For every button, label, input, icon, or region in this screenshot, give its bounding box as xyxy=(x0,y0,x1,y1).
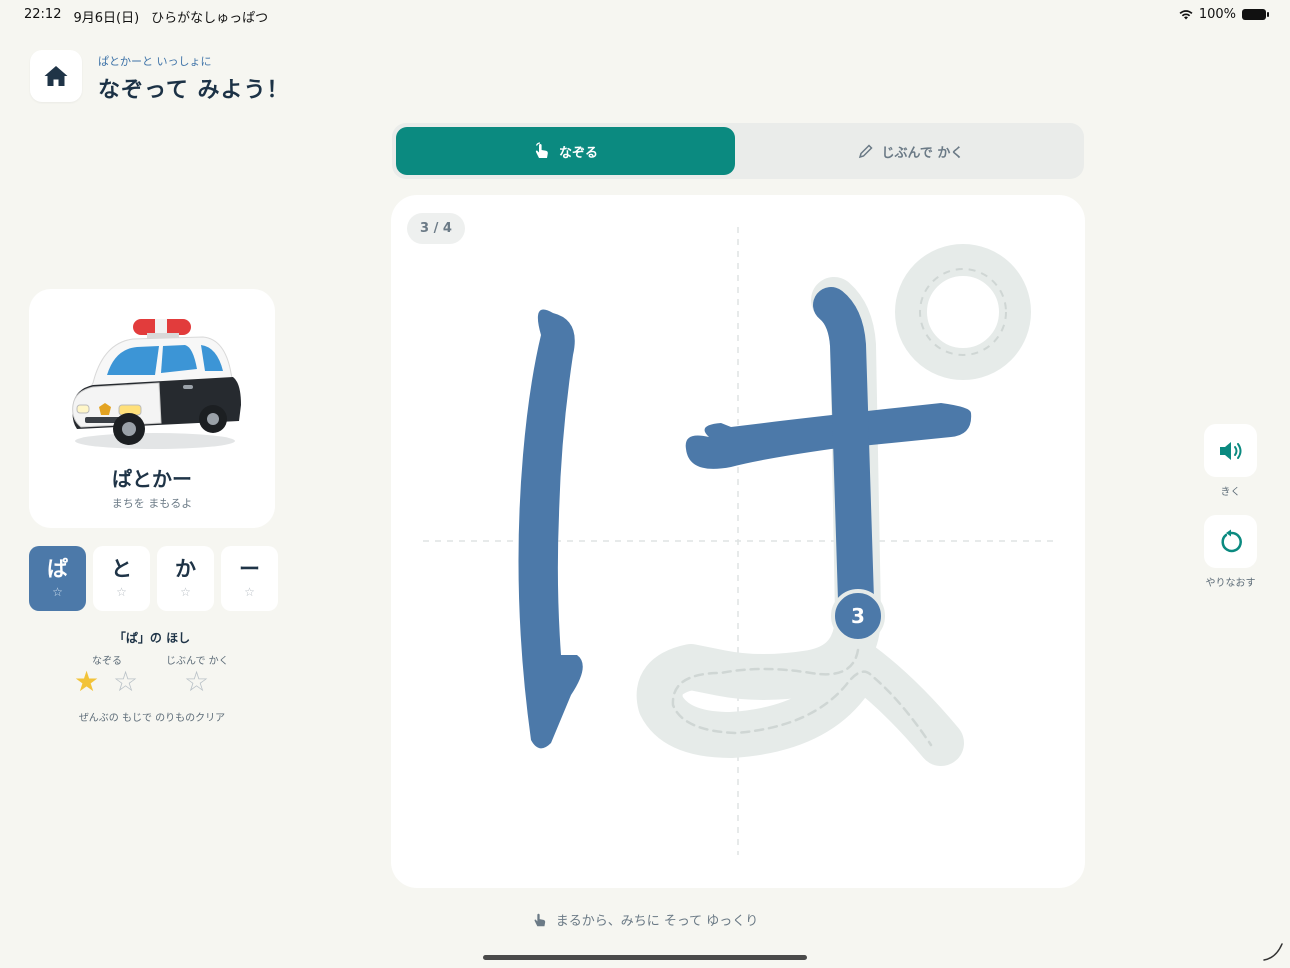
vehicle-description: まちを まもるよ xyxy=(111,497,193,510)
char-label: と xyxy=(111,557,132,581)
police-car-image xyxy=(72,319,241,449)
star-icon: ☆ xyxy=(52,585,63,599)
battery-percent: 100% xyxy=(1198,7,1236,22)
retry-icon xyxy=(1220,529,1242,552)
listen-button[interactable] xyxy=(1204,424,1257,477)
stars-title: 「ぱ」の ほし xyxy=(113,631,191,645)
tab-trace[interactable]: なぞる xyxy=(396,127,735,175)
page-title: なぞって みよう！ xyxy=(98,78,290,103)
char-label: ぱ xyxy=(47,557,68,581)
tab-free-write-label: じぶんで かく xyxy=(881,145,964,161)
status-app-name: ひらがなしゅっぱつ xyxy=(151,11,269,26)
pencil-icon xyxy=(858,144,873,159)
character-tiles: ぱ ☆ と ☆ か ☆ ー ☆ xyxy=(29,546,278,611)
home-button[interactable] xyxy=(30,50,82,102)
status-time: 22:12 xyxy=(24,7,62,22)
header-subtitle: ぱとかーと いっしょに xyxy=(98,55,212,68)
tab-trace-label: なぞる xyxy=(558,145,598,161)
speaker-icon xyxy=(1219,441,1241,460)
stroke-3-guide xyxy=(636,277,964,766)
char-label: か xyxy=(175,557,196,581)
glyph-svg: 3 xyxy=(423,227,1053,855)
free-star-icon: ☆ xyxy=(184,665,210,698)
mode-toggle: なぞる じぶんで かく xyxy=(392,123,1084,179)
char-tile-dash[interactable]: ー ☆ xyxy=(221,546,278,611)
retry-label: やりなおす xyxy=(1205,578,1256,589)
retry-button[interactable] xyxy=(1204,515,1257,568)
vehicle-card: ぱとかー まちを まもるよ xyxy=(29,289,275,528)
char-tile-to[interactable]: と ☆ xyxy=(93,546,150,611)
trace-star-1-icon: ★ xyxy=(74,665,100,698)
page-counter: 3 / 4 xyxy=(407,213,465,244)
hint-text: まるから、みちに そって ゆっくり xyxy=(555,914,759,929)
listen-label: きく xyxy=(1220,487,1241,498)
trace-star-2-icon: ☆ xyxy=(113,665,139,698)
status-date: 9月6日(日) xyxy=(73,11,140,26)
stroke-2 xyxy=(685,403,972,469)
star-icon: ☆ xyxy=(180,585,191,599)
corner-handle-icon xyxy=(1263,943,1283,961)
stroke-1 xyxy=(518,309,583,749)
stroke-step-number: 3 xyxy=(851,604,865,628)
home-indicator[interactable] xyxy=(483,955,807,960)
status-bar-right: 100% xyxy=(1179,7,1269,22)
writing-canvas[interactable]: 3 3 / 4 xyxy=(391,195,1085,888)
pointer-hand-icon xyxy=(534,913,545,926)
tab-free-write[interactable]: じぶんで かく xyxy=(741,127,1080,175)
wifi-icon xyxy=(1179,10,1193,20)
star-icon: ☆ xyxy=(116,585,127,599)
status-bar-left: 22:12 9月6日(日) ひらがなしゅっぱつ xyxy=(24,7,268,26)
stars-note: ぜんぶの もじで のりものクリア xyxy=(78,713,226,724)
char-tile-pa[interactable]: ぱ ☆ xyxy=(29,546,86,611)
vehicle-name: ぱとかー xyxy=(112,467,192,491)
char-tile-ka[interactable]: か ☆ xyxy=(157,546,214,611)
handakuten-guide xyxy=(895,244,1031,380)
char-label: ー xyxy=(239,557,260,581)
home-icon xyxy=(44,66,68,86)
star-icon: ☆ xyxy=(244,585,255,599)
tap-hand-icon xyxy=(535,142,548,158)
hint-text-row: まるから、みちに そって ゆっくり xyxy=(0,910,1290,929)
battery-icon xyxy=(1242,9,1269,20)
